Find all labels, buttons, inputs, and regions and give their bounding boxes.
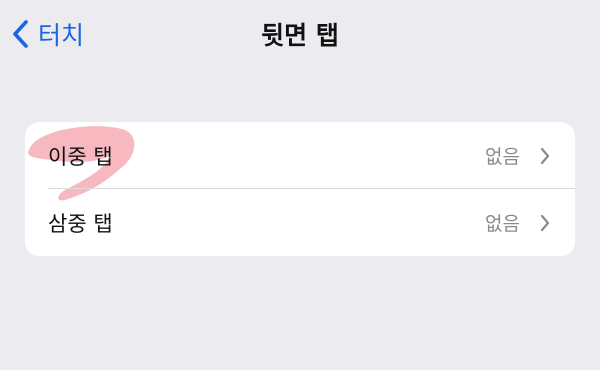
chevron-right-icon: [540, 214, 550, 231]
row-divider: [48, 188, 575, 189]
back-tap-settings-group: 이중 탭 없음 삼중 탭 없음: [25, 122, 575, 256]
triple-tap-value: 없음: [485, 213, 520, 235]
double-tap-row[interactable]: 이중 탭 없음: [25, 122, 575, 189]
triple-tap-row[interactable]: 삼중 탭 없음: [25, 189, 575, 256]
chevron-right-icon: [540, 147, 550, 164]
triple-tap-label: 삼중 탭: [48, 211, 113, 236]
double-tap-value: 없음: [485, 146, 520, 168]
page-title: 뒷면 탭: [261, 21, 339, 50]
double-tap-label: 이중 탭: [48, 144, 113, 169]
navigation-bar: 터치 뒷면 탭: [0, 0, 600, 70]
